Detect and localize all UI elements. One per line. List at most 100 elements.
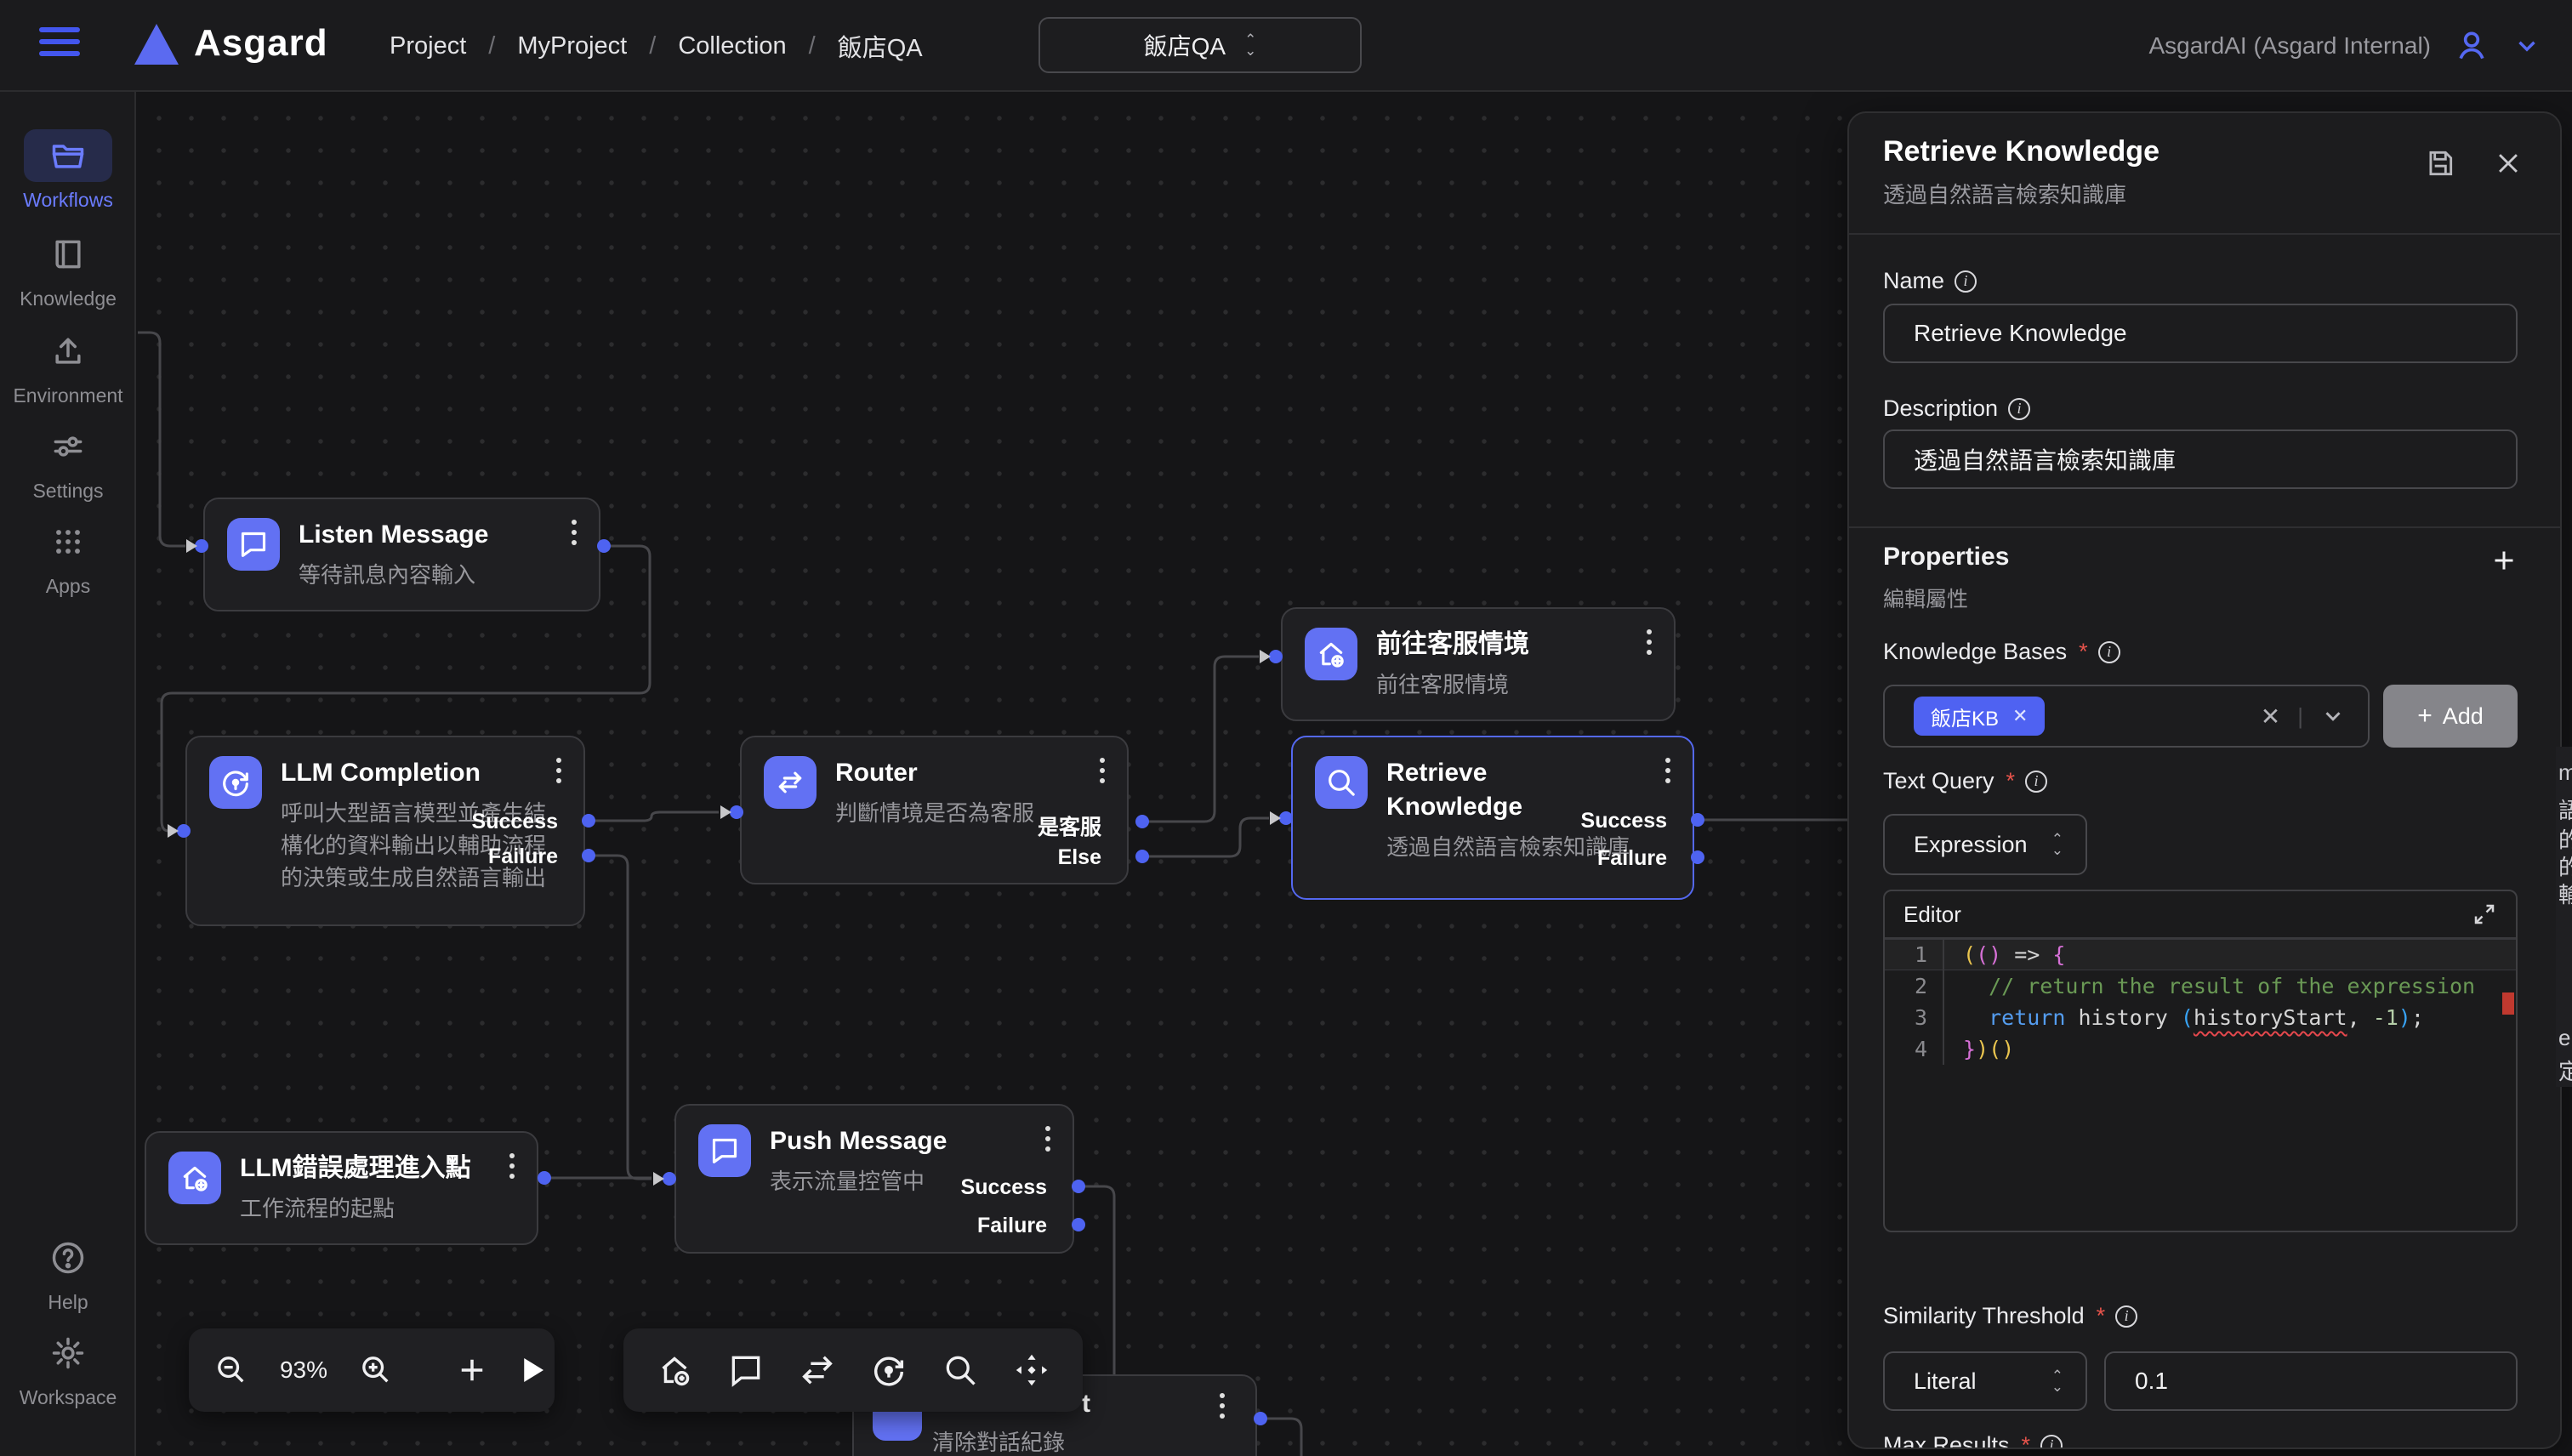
port-dot[interactable] [177, 824, 191, 838]
kebab-menu-icon[interactable] [1100, 758, 1105, 783]
code-line[interactable]: 4})() [1885, 1033, 2516, 1065]
similarity-value-field[interactable]: 0.1 [2104, 1351, 2518, 1411]
kebab-menu-icon[interactable] [509, 1153, 515, 1179]
add-property-icon[interactable] [2489, 545, 2519, 576]
menu-icon[interactable] [39, 27, 80, 65]
sidebar-item-workflows[interactable]: Workflows [0, 129, 136, 212]
port-dot[interactable] [1691, 850, 1704, 864]
port-dot[interactable] [582, 849, 595, 862]
breadcrumb-item[interactable]: Project [390, 32, 466, 60]
node-router[interactable]: Router 判斷情境是否為客服 是客服Else [740, 736, 1129, 884]
max-results-label: Max Results*i [1883, 1432, 2063, 1449]
kebab-menu-icon[interactable] [1647, 629, 1652, 655]
kebab-menu-icon[interactable] [556, 758, 561, 783]
info-icon[interactable]: i [2025, 771, 2047, 793]
breadcrumb[interactable]: Project/MyProject/Collection/飯店QA [390, 0, 923, 92]
knowledge-bases-select[interactable]: 飯店KB ✕ ✕ | [1883, 685, 2370, 748]
node-push-message[interactable]: Push Message 表示流量控管中 SuccessFailure [674, 1104, 1074, 1254]
node-goto-cs-scene[interactable]: 前往客服情境 前往客服情境 [1281, 607, 1676, 721]
info-icon[interactable]: i [2098, 641, 2120, 663]
port-dot[interactable] [1279, 811, 1293, 825]
expand-icon[interactable] [2472, 901, 2497, 927]
output-port-label[interactable]: Failure [1597, 846, 1667, 871]
output-port-label[interactable]: Success [961, 1175, 1047, 1200]
sidebar-item-workspace[interactable]: Workspace [0, 1327, 136, 1409]
sidebar-item-apps[interactable]: Apps [0, 515, 136, 598]
remove-tag-icon[interactable]: ✕ [2012, 705, 2028, 727]
project-selector[interactable]: 飯店QA ⌃⌄ [1038, 17, 1362, 73]
node-listen-message[interactable]: Listen Message 等待訊息內容輸入 [203, 498, 600, 611]
output-port-label[interactable]: Failure [977, 1214, 1047, 1238]
run-workflow-button[interactable] [514, 1352, 549, 1388]
code-line[interactable]: 2 // return the result of the expression [1885, 970, 2516, 1002]
port-dot[interactable] [1072, 1180, 1085, 1193]
input-arrow-icon [720, 805, 731, 819]
port-dot[interactable] [1135, 815, 1149, 828]
close-icon[interactable] [2494, 149, 2523, 178]
node-description: 前往客服情境 [1376, 668, 1529, 701]
llm-icon[interactable] [869, 1351, 908, 1390]
output-port-label[interactable]: Failure [488, 845, 558, 869]
similarity-mode-select[interactable]: Literal ⌃⌄ [1883, 1351, 2087, 1411]
node-llm-error-entry[interactable]: LLM錯誤處理進入點 工作流程的起點 [145, 1131, 538, 1245]
sidebar-item-settings[interactable]: Settings [0, 420, 136, 503]
port-dot[interactable] [730, 805, 743, 819]
port-dot[interactable] [582, 814, 595, 828]
message-icon[interactable] [727, 1351, 765, 1389]
description-field[interactable]: 透過自然語言檢索知識庫 [1883, 429, 2518, 489]
scene-add-icon[interactable] [655, 1351, 694, 1390]
app-logo: Asgard [194, 22, 328, 65]
kebab-menu-icon[interactable] [572, 520, 577, 545]
clear-icon[interactable]: ✕ [2261, 702, 2280, 731]
input-arrow-icon [1260, 650, 1271, 663]
text-query-mode-select[interactable]: Expression ⌃⌄ [1883, 814, 2087, 875]
kebab-menu-icon[interactable] [1220, 1393, 1225, 1419]
router-icon[interactable] [798, 1351, 837, 1390]
code-line[interactable]: 1(() => { [1885, 939, 2516, 970]
port-dot[interactable] [1072, 1218, 1085, 1231]
add-knowledge-base-button[interactable]: +Add [2383, 685, 2518, 748]
port-dot[interactable] [538, 1171, 551, 1185]
node-llm-completion[interactable]: LLM Completion 呼叫大型語言模型並產生結構化的資料輸出以輔助流程的… [185, 736, 585, 926]
zoom-in-icon[interactable] [359, 1353, 393, 1387]
account-menu[interactable]: AsgardAI (Asgard Internal) [2149, 0, 2542, 92]
add-node-button[interactable] [454, 1352, 490, 1388]
port-dot[interactable] [597, 539, 611, 553]
port-dot[interactable] [1269, 650, 1283, 663]
output-port-label[interactable]: Success [472, 810, 558, 834]
move-icon[interactable] [1012, 1351, 1051, 1390]
node-title: 前往客服情境 [1376, 628, 1529, 662]
sidebar-item-knowledge[interactable]: Knowledge [0, 228, 136, 310]
zoom-out-icon[interactable] [214, 1353, 248, 1387]
sidebar-item-help[interactable]: Help [0, 1231, 136, 1314]
breadcrumb-item[interactable]: Collection [678, 32, 786, 60]
info-icon[interactable]: i [1955, 270, 1977, 293]
port-dot[interactable] [663, 1172, 676, 1186]
code-area[interactable]: 1(() => {2 // return the result of the e… [1885, 939, 2516, 1065]
sidebar-item-environment[interactable]: Environment [0, 325, 136, 407]
breadcrumb-separator: / [649, 32, 656, 60]
breadcrumb-item[interactable]: MyProject [517, 32, 627, 60]
output-port-label[interactable]: 是客服 [1038, 810, 1101, 841]
node-palette-toolbar [623, 1328, 1083, 1412]
output-port-label[interactable]: Else [1058, 845, 1101, 870]
info-icon[interactable]: i [2115, 1305, 2137, 1328]
port-dot[interactable] [1135, 850, 1149, 863]
port-dot[interactable] [1254, 1412, 1267, 1425]
node-title: LLM Completion [281, 756, 553, 790]
breadcrumb-item[interactable]: 飯店QA [838, 28, 923, 64]
code-line[interactable]: 3 return history (historyStart, -1); [1885, 1002, 2516, 1033]
node-retrieve-knowledge[interactable]: Retrieve Knowledge 透過自然語言檢索知識庫 SuccessFa… [1291, 736, 1694, 900]
expression-editor[interactable]: Editor 1(() => {2 // return the result o… [1883, 890, 2518, 1232]
name-field[interactable]: Retrieve Knowledge [1883, 304, 2518, 363]
search-icon[interactable] [942, 1351, 979, 1389]
properties-title: Properties [1883, 543, 2009, 572]
output-port-label[interactable]: Success [1581, 809, 1667, 833]
kebab-menu-icon[interactable] [1045, 1126, 1050, 1152]
port-dot[interactable] [1691, 813, 1704, 827]
save-icon[interactable] [2424, 147, 2456, 179]
info-icon[interactable]: i [2040, 1435, 2063, 1450]
chevron-down-icon[interactable] [2320, 703, 2346, 729]
info-icon[interactable]: i [2008, 398, 2030, 420]
kebab-menu-icon[interactable] [1665, 758, 1670, 783]
